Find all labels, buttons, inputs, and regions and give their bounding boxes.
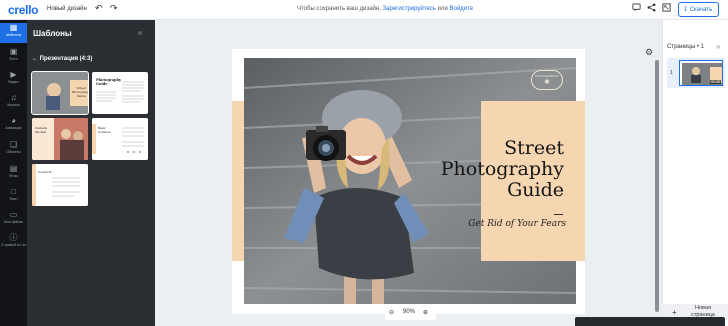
design-name[interactable]: Новый дизайн [47,6,87,12]
templates-icon: ▦ [9,23,18,32]
objects-icon: ❑ [9,140,18,149]
panel-title: Шаблоны [33,29,72,38]
nav-item-video[interactable]: ▶ Видео [0,70,27,90]
crello-logo[interactable]: crello [8,3,39,17]
zoom-control: ⊖ 90% ⊕ [385,306,436,320]
undo-icon[interactable]: ↶ [95,3,103,14]
nav-item-text[interactable]: □ Текст [0,187,27,207]
title-divider [554,214,563,215]
slide-subtitle[interactable]: Get Rid of Your Fears [440,219,566,229]
zoom-in-icon[interactable]: ⊕ [423,309,428,316]
chevron-up-icon: ˆ [672,317,674,323]
save-note-text: Чтобы сохранить ваш дизайн, [297,6,381,12]
category-label: Презентация (4:3) [39,56,93,62]
page-duration: 00:05 [710,80,721,84]
share-icon[interactable] [646,3,656,15]
animation-icon: ◕ [11,116,16,125]
nav-item-backgrounds[interactable]: ▤ Фоны [0,164,27,184]
zoom-out-icon[interactable]: ⊖ [389,309,394,316]
register-link[interactable]: Зарегистрируйтесь [383,6,436,12]
comment-icon[interactable] [631,3,641,15]
plus-icon: + [672,308,677,317]
arrow-left-icon: ← [32,56,38,62]
pages-title: Страницы • 1 [667,44,704,50]
photography-stamp[interactable]: PHOTOGRAPHY ◉ [531,70,563,90]
text-icon: □ [11,187,16,196]
page-thumbnail[interactable]: 00:05 [679,60,723,86]
canvas-scrollbar[interactable] [655,60,659,312]
template-thumbnail[interactable]: Basic Combos [92,118,148,160]
download-label: Скачать [689,7,713,13]
backgrounds-icon: ▤ [9,164,18,173]
redo-icon[interactable]: ↷ [110,3,118,14]
page-number: 1 [670,70,673,76]
nav-item-templates[interactable]: ▦ Шаблоны [0,23,27,43]
nav-item-help[interactable]: ⓘ О правой кл. кн [0,233,27,261]
music-icon: ♫ [10,93,17,102]
back-to-categories[interactable]: ← Презентация (4:3) [32,56,92,62]
top-bar: crello Новый дизайн ↶ ↷ Чтобы сохранить … [0,0,728,20]
save-notice: Чтобы сохранить ваш дизайн, Зарегистриру… [297,6,473,12]
help-icon: ⓘ [9,233,18,242]
slide-title[interactable]: Street Photography Guide [436,138,564,201]
templates-panel: Шаблоны « ← Презентация (4:3) Street Pho… [27,20,155,326]
template-thumbnail[interactable]: Street Photography Guide [31,71,89,115]
peach-stripe-left[interactable] [232,101,244,261]
left-nav: ▦ Шаблоны ▣ Фото ▶ Видео ♫ Музыка ◕ Аним… [0,20,27,326]
nav-item-music[interactable]: ♫ Музыка [0,93,27,113]
gear-icon[interactable]: ⚙ [645,47,653,58]
or-text: или [437,6,448,12]
expand-pages-icon[interactable]: » [716,42,720,51]
download-icon: ↧ [683,7,689,13]
nav-item-photo[interactable]: ▣ Фото [0,47,27,67]
download-button[interactable]: ↧ Скачать [678,2,719,17]
template-thumbnail[interactable]: Contacts [32,164,88,206]
nav-item-objects[interactable]: ❑ Объекты [0,140,27,160]
template-thumbnail[interactable]: Photography Guide [92,72,148,114]
photo-icon: ▣ [9,47,18,56]
template-thumbnail[interactable]: Camera Models [32,118,88,160]
login-link[interactable]: Войдите [449,6,473,12]
nav-item-my-files[interactable]: ▭ Мои файлы [0,210,27,230]
pages-panel: Страницы • 1 » 1 00:05 [662,20,728,326]
page-item[interactable]: 1 00:05 [667,58,725,88]
collapse-panel-icon[interactable]: « [138,28,142,37]
video-icon: ▶ [10,70,17,79]
nav-item-animation[interactable]: ◕ Анимация [0,116,27,136]
zoom-value[interactable]: 90% [403,309,415,315]
camera-icon: ◉ [544,79,550,85]
resize-icon[interactable] [661,3,671,15]
bottom-panel-toggle[interactable]: ˆ [575,317,725,326]
folder-icon: ▭ [9,210,18,219]
